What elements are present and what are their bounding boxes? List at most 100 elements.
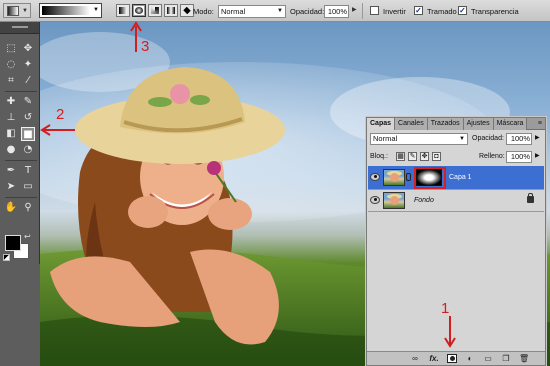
tab-ajustes[interactable]: Ajustes [463, 118, 494, 130]
angle-gradient-icon [151, 7, 159, 14]
move-tool-icon[interactable]: ✥ [21, 42, 35, 56]
chevron-down-icon: ▼ [22, 8, 28, 14]
new-layer-icon[interactable]: ❐ [501, 354, 511, 364]
default-colors-icon[interactable] [3, 254, 10, 261]
gradient-tool-icon [7, 6, 19, 16]
lock-position-icon[interactable]: ✥ [420, 152, 429, 161]
dodge-tool-icon[interactable]: ◔ [21, 143, 35, 157]
thumbnail-face [390, 196, 399, 205]
invert-label: Invertir [383, 7, 406, 16]
fx-icon[interactable]: fx. [429, 354, 439, 364]
lock-pixels-icon[interactable]: ✎ [408, 152, 417, 161]
tools-panel: ⬚ ✥ ◌ ✦ ⌗ ⁄ ✚ ✎ ⊥ ↺ ◧ ■ ● ◔ ✒ T ➤ ▭ ✋ ⚲ … [0, 22, 40, 366]
chevron-right-icon[interactable]: ▶ [352, 6, 357, 13]
chevron-right-icon[interactable]: ▶ [535, 152, 540, 159]
diamond-gradient-button[interactable] [180, 4, 194, 17]
eyedropper-tool-icon[interactable]: ⁄ [21, 74, 35, 88]
tab-mascara[interactable]: Máscara [493, 118, 528, 130]
options-bar: ▼ ▼ Modo: Normal ▼ Opacidad: 100% ▶ Inve… [0, 0, 550, 22]
blend-mode-select[interactable]: Normal ▼ [370, 133, 468, 145]
layer-thumbnail[interactable] [383, 169, 405, 186]
gradient-preview [42, 6, 90, 15]
layer-row-capa-1[interactable]: Capa 1 [368, 166, 544, 190]
layer-thumbnail[interactable] [383, 192, 405, 209]
lock-label: Bloq.: [370, 153, 388, 160]
linear-gradient-icon [119, 7, 127, 14]
panel-menu-icon[interactable]: ≡ [538, 120, 542, 127]
tools-panel-empty-area [0, 264, 40, 366]
mode-value: Normal [221, 7, 246, 16]
lock-icon [527, 193, 534, 203]
gradient-tool-button[interactable]: ■ [21, 127, 35, 141]
eye-icon[interactable] [370, 196, 380, 204]
divider [5, 197, 37, 198]
gradient-type-group [116, 4, 196, 18]
tools-panel-header[interactable] [0, 22, 39, 34]
opacity-input[interactable]: 100% [324, 5, 349, 18]
layer-opacity-input[interactable]: 100% [506, 133, 532, 145]
blur-tool-icon[interactable]: ● [4, 143, 18, 157]
lasso-tool-icon[interactable]: ◌ [4, 58, 18, 72]
layers-panel: Capas Canales Trazados Ajustes Máscara ≡… [366, 117, 546, 366]
layer-opacity-label: Opacidad: [472, 135, 504, 142]
lock-all-icon[interactable]: ◘ [432, 152, 441, 161]
clone-stamp-tool-icon[interactable]: ⊥ [4, 111, 18, 125]
angle-gradient-button[interactable] [148, 4, 162, 17]
opacity-label: Opacidad: [290, 7, 325, 16]
group-folder-icon[interactable]: ▭ [483, 354, 493, 364]
transparency-label: Transparencia [471, 7, 519, 16]
lock-transparent-icon[interactable]: ▦ [396, 152, 405, 161]
path-selection-tool-icon[interactable]: ➤ [4, 180, 18, 194]
healing-brush-tool-icon[interactable]: ✚ [4, 95, 18, 109]
chevron-down-icon: ▼ [459, 136, 465, 142]
foreground-color-swatch[interactable] [5, 235, 21, 251]
link-layers-icon[interactable]: ∞ [410, 354, 420, 364]
layer-name[interactable]: Fondo [414, 197, 434, 204]
adjustment-layer-icon[interactable]: ◐ [465, 354, 475, 364]
divider [362, 3, 363, 19]
grip-icon [12, 26, 28, 28]
radial-gradient-button[interactable] [132, 4, 146, 17]
reflected-gradient-button[interactable] [164, 4, 178, 17]
magic-wand-tool-icon[interactable]: ✦ [21, 58, 35, 72]
hand-tool-icon[interactable]: ✋ [4, 201, 18, 215]
annotation-number-2: 2 [56, 106, 65, 123]
add-mask-icon[interactable] [447, 354, 457, 363]
mode-label: Modo: [193, 7, 214, 16]
chevron-right-icon[interactable]: ▶ [535, 134, 540, 141]
mode-select[interactable]: Normal ▼ [218, 5, 286, 18]
crop-tool-icon[interactable]: ⌗ [4, 74, 18, 88]
mask-link-icon[interactable] [406, 173, 411, 181]
invert-checkbox[interactable] [370, 6, 379, 15]
zoom-tool-icon[interactable]: ⚲ [21, 201, 35, 215]
fill-input[interactable]: 100% [506, 151, 532, 163]
shape-tool-icon[interactable]: ▭ [21, 180, 35, 194]
blend-mode-value: Normal [373, 134, 398, 143]
layer-name[interactable]: Capa 1 [449, 174, 472, 181]
annotation-number-3: 3 [141, 38, 150, 55]
dither-checkbox[interactable]: ✓ [414, 6, 423, 15]
tab-trazados[interactable]: Trazados [427, 118, 464, 130]
layer-mask-thumbnail[interactable] [416, 169, 442, 186]
diamond-gradient-icon [183, 6, 191, 15]
trash-icon[interactable]: 🗑 [519, 354, 529, 364]
layer-row-fondo[interactable]: Fondo [368, 190, 544, 212]
transparency-checkbox[interactable]: ✓ [458, 6, 467, 15]
layers-panel-tabs: Capas Canales Trazados Ajustes Máscara [367, 118, 545, 130]
thumbnail-face [390, 173, 399, 182]
tool-preset-picker[interactable]: ▼ [3, 3, 31, 18]
tab-capas[interactable]: Capas [367, 118, 396, 130]
eye-icon[interactable] [370, 173, 380, 181]
eraser-tool-icon[interactable]: ◧ [4, 127, 18, 141]
radial-gradient-icon [135, 7, 143, 14]
marquee-tool-icon[interactable]: ⬚ [4, 42, 18, 56]
reflected-gradient-icon [167, 7, 175, 14]
type-tool-icon[interactable]: T [21, 164, 35, 178]
tab-canales[interactable]: Canales [395, 118, 428, 130]
history-brush-tool-icon[interactable]: ↺ [21, 111, 35, 125]
gradient-picker[interactable]: ▼ [39, 3, 102, 18]
brush-tool-icon[interactable]: ✎ [21, 95, 35, 109]
linear-gradient-button[interactable] [116, 4, 130, 17]
swap-colors-icon[interactable]: ↩ [24, 232, 31, 241]
pen-tool-icon[interactable]: ✒ [4, 164, 18, 178]
